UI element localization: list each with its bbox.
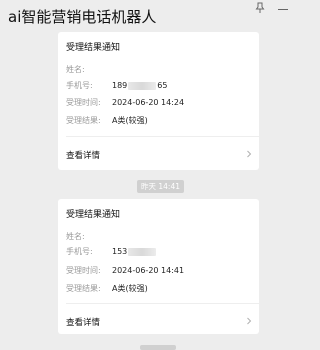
time-label: 受理时间:	[66, 98, 101, 107]
phone-row: 手机号: 153	[66, 246, 157, 257]
phone-row: 手机号: 189 65	[66, 80, 167, 91]
result-value: A类(较强)	[112, 116, 148, 125]
view-details-link[interactable]: 查看详情	[66, 316, 100, 328]
phone-prefix: 189	[112, 81, 128, 90]
phone-label: 手机号:	[66, 247, 93, 256]
time-value: 2024-06-20 14:41	[112, 266, 185, 275]
name-label: 姓名:	[66, 232, 85, 241]
divider	[66, 303, 259, 304]
time-value: 2024-06-20 14:24	[112, 98, 185, 107]
chevron-right-icon[interactable]	[245, 150, 253, 158]
phone-prefix: 153	[112, 247, 128, 256]
minimize-icon[interactable]	[276, 2, 290, 16]
result-row: 受理结果: A类(较强)	[66, 115, 148, 126]
timestamp-badge: 昨天 14:41	[137, 180, 184, 193]
result-value: A类(较强)	[112, 284, 148, 293]
title-bar: ai智能营销电话机器人	[0, 0, 299, 32]
view-details-link[interactable]: 查看详情	[66, 149, 100, 161]
phone-mask	[128, 247, 157, 256]
phone-label: 手机号:	[66, 81, 93, 90]
phone-suffix: 65	[157, 81, 168, 90]
notification-card: 受理结果通知 姓名: 手机号: 153 受理时间: 2024-06-20 14:41…	[58, 199, 259, 334]
time-row: 受理时间: 2024-06-20 14:24	[66, 97, 184, 108]
card-title: 受理结果通知	[66, 43, 121, 53]
name-row: 姓名:	[66, 231, 112, 242]
time-label: 受理时间:	[66, 266, 101, 275]
notification-card: 受理结果通知 姓名: 手机号: 189 65 受理时间: 2024-06-20 14:…	[58, 32, 259, 170]
window-title: ai智能营销电话机器人	[8, 8, 157, 26]
result-row: 受理结果: A类(较强)	[66, 283, 148, 294]
result-label: 受理结果:	[66, 116, 101, 125]
time-row: 受理时间: 2024-06-20 14:41	[66, 265, 184, 276]
name-label: 姓名:	[66, 65, 85, 74]
timestamp-badge	[140, 345, 176, 350]
phone-mask	[128, 81, 157, 90]
divider	[66, 136, 259, 137]
card-title: 受理结果通知	[66, 210, 121, 220]
chevron-right-icon[interactable]	[245, 317, 253, 325]
name-row: 姓名:	[66, 64, 112, 75]
pin-icon[interactable]	[253, 2, 267, 16]
result-label: 受理结果:	[66, 284, 101, 293]
